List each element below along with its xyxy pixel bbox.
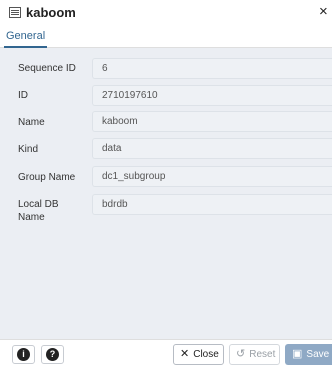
save-button[interactable]: ▣ Save (285, 344, 332, 365)
close-button[interactable]: ✕ Close (173, 344, 224, 365)
dialog-title: kaboom (26, 5, 76, 20)
properties-dialog: kaboom × General Sequence ID 6 ID 271019… (0, 0, 332, 368)
dialog-footer: i ? ✕ Close ↺ Reset ▣ Save (0, 339, 332, 368)
field-label: Group Name (18, 172, 76, 183)
sequence-icon (9, 7, 21, 18)
help-icon: ? (46, 348, 59, 361)
save-icon: ▣ (292, 348, 303, 360)
id-field[interactable]: 2710197610 (92, 85, 332, 106)
field-label: Local DB Name (18, 199, 59, 223)
name-field[interactable]: kaboom (92, 111, 332, 132)
close-icon[interactable]: × (319, 3, 328, 21)
field-label: Sequence ID (18, 63, 76, 74)
tab-general[interactable]: General (4, 25, 48, 48)
info-icon: i (17, 348, 30, 361)
close-button-label: Close (193, 349, 219, 360)
info-button[interactable]: i (12, 345, 35, 364)
field-label: Kind (18, 144, 39, 155)
kind-field[interactable]: data (92, 138, 332, 159)
properties-panel: Sequence ID 6 ID 2710197610 Name kaboom … (0, 48, 332, 339)
save-button-label: Save (306, 349, 330, 360)
dialog-titlebar[interactable]: kaboom × (0, 0, 332, 25)
tab-bar: General (0, 25, 332, 48)
help-button[interactable]: ? (41, 345, 64, 364)
reset-icon: ↺ (236, 348, 246, 360)
field-label: ID (18, 90, 28, 101)
field-label: Name (18, 117, 45, 128)
sequence-id-field[interactable]: 6 (92, 58, 332, 79)
reset-button-label: Reset (249, 349, 276, 360)
reset-button[interactable]: ↺ Reset (229, 344, 280, 365)
local-db-name-field[interactable]: bdrdb (92, 194, 332, 215)
close-icon: ✕ (180, 348, 190, 360)
group-name-field[interactable]: dc1_subgroup (92, 166, 332, 187)
